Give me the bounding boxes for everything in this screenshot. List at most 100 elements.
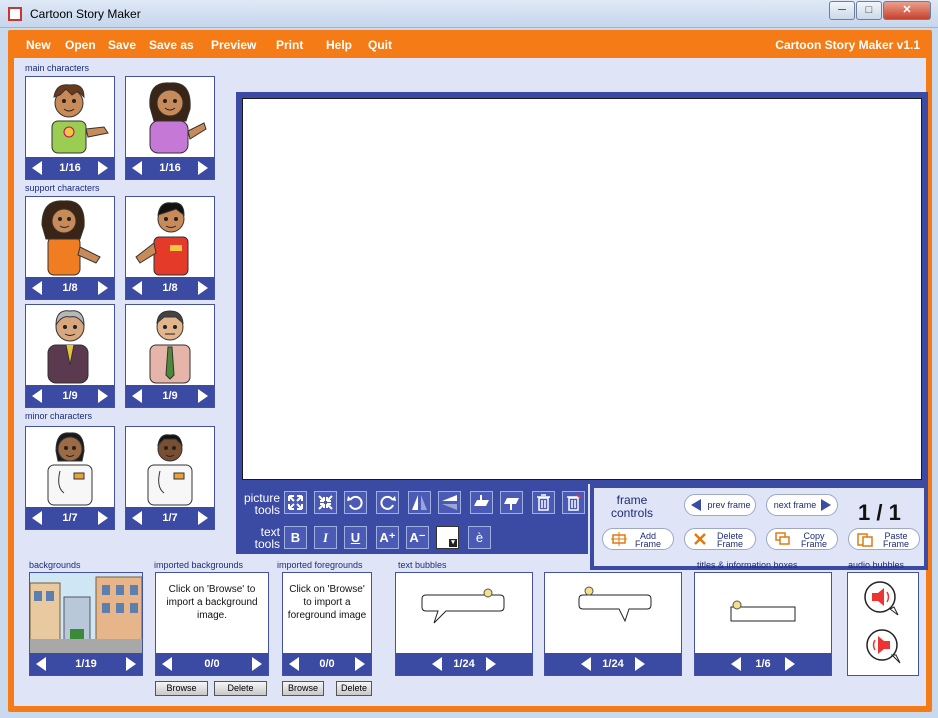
delete-picture-icon[interactable]: [532, 491, 555, 514]
audio-speaker-right-icon[interactable]: [862, 579, 902, 619]
character-woman-orange-picture[interactable]: [26, 197, 114, 277]
character-card[interactable]: 1/16: [25, 76, 115, 180]
backgrounds-nav: 1/19: [30, 653, 142, 675]
character-nav: 1/7: [26, 507, 114, 529]
backgrounds-card[interactable]: 1/19: [29, 572, 143, 676]
frame-controls-inner: frame controls prev frame next frame 1 /…: [594, 488, 924, 566]
decrease-font-button[interactable]: A⁻: [406, 526, 429, 549]
speech-bubble-picture[interactable]: [396, 573, 532, 653]
underline-button[interactable]: U: [344, 526, 367, 549]
menu-quit[interactable]: Quit: [368, 38, 392, 52]
text-bubble-card[interactable]: 1/24: [395, 572, 533, 676]
maximize-button[interactable]: □: [856, 1, 882, 20]
background-street-picture[interactable]: [29, 573, 143, 653]
paste-frame-button[interactable]: Paste Frame: [848, 528, 920, 550]
character-doctor-female-picture[interactable]: [26, 427, 114, 507]
rotate-right-icon[interactable]: [376, 491, 399, 514]
italic-button[interactable]: I: [314, 526, 337, 549]
character-boy-green-picture[interactable]: [26, 77, 114, 157]
next-arrow-icon[interactable]: [98, 161, 108, 175]
minimize-button[interactable]: ─: [829, 1, 855, 20]
next-arrow-icon[interactable]: [98, 389, 108, 403]
main-characters-label: main characters: [25, 63, 90, 73]
audio-bubbles-label: audio bubbles: [848, 560, 905, 570]
delete-backgrounds-button[interactable]: Delete: [214, 681, 267, 696]
speech-bubble-down-picture[interactable]: [545, 573, 681, 653]
next-arrow-icon[interactable]: [198, 161, 208, 175]
frame-controls-title: frame controls: [610, 493, 654, 520]
character-card[interactable]: 1/7: [125, 426, 215, 530]
next-frame-button[interactable]: next frame: [766, 494, 838, 516]
character-nav: 1/8: [126, 277, 214, 299]
character-nav: 1/7: [126, 507, 214, 529]
titles-nav: 1/6: [695, 653, 831, 675]
copy-frame-icon: [775, 532, 790, 545]
flip-vertical-icon[interactable]: [438, 491, 461, 514]
character-card[interactable]: 1/7: [25, 426, 115, 530]
menu-open[interactable]: Open: [65, 38, 96, 52]
next-arrow-icon[interactable]: [198, 281, 208, 295]
character-grandmother-picture[interactable]: [26, 305, 114, 385]
character-boy-red-picture[interactable]: [126, 197, 214, 277]
next-arrow-icon[interactable]: [126, 657, 136, 671]
rotate-left-icon[interactable]: [344, 491, 367, 514]
character-doctor-male-picture[interactable]: [126, 427, 214, 507]
next-arrow-icon[interactable]: [355, 657, 365, 671]
character-card[interactable]: 1/9: [125, 304, 215, 408]
shrink-icon[interactable]: [314, 491, 337, 514]
menu-save[interactable]: Save: [108, 38, 136, 52]
text-bubble-card-2[interactable]: 1/24: [544, 572, 682, 676]
character-card[interactable]: 1/16: [125, 76, 215, 180]
menu-save-as[interactable]: Save as: [149, 38, 194, 52]
next-arrow-icon[interactable]: [785, 657, 795, 671]
delete-foregrounds-button[interactable]: Delete: [336, 681, 372, 696]
titles-card[interactable]: 1/6: [694, 572, 832, 676]
text-bubble-count: 1/24: [453, 658, 475, 670]
add-frame-button[interactable]: Add Frame: [602, 528, 674, 550]
character-woman-purple-picture[interactable]: [126, 77, 214, 157]
delete-all-icon[interactable]: [562, 491, 585, 514]
imported-foregrounds-message: Click on 'Browse' to import a foreground…: [287, 584, 367, 621]
title-box-picture[interactable]: [695, 573, 831, 653]
special-char-button[interactable]: è: [468, 526, 491, 549]
delete-frame-button[interactable]: Delete Frame: [684, 528, 756, 550]
character-man-pink-picture[interactable]: [126, 305, 214, 385]
bold-button[interactable]: B: [284, 526, 307, 549]
text-color-button[interactable]: ▾: [436, 526, 459, 549]
app-icon: [8, 7, 22, 21]
menu-bar: New Open Save Save as Preview Print Help…: [8, 30, 932, 58]
menu-new[interactable]: New: [26, 38, 51, 52]
browse-foregrounds-button[interactable]: Browse: [282, 681, 324, 696]
next-arrow-icon[interactable]: [98, 281, 108, 295]
bring-forward-icon[interactable]: [470, 491, 493, 514]
next-arrow-icon[interactable]: [252, 657, 262, 671]
character-card[interactable]: 1/8: [25, 196, 115, 300]
character-card[interactable]: 1/9: [25, 304, 115, 408]
imported-backgrounds-card[interactable]: Click on 'Browse' to import a background…: [155, 572, 269, 676]
character-card[interactable]: 1/8: [125, 196, 215, 300]
imported-foregrounds-card[interactable]: Click on 'Browse' to import a foreground…: [282, 572, 372, 676]
menu-preview[interactable]: Preview: [211, 38, 256, 52]
enlarge-icon[interactable]: [284, 491, 307, 514]
next-arrow-icon[interactable]: [198, 511, 208, 525]
delete-frame-icon: [694, 533, 706, 545]
next-arrow-icon[interactable]: [98, 511, 108, 525]
prev-frame-button[interactable]: prev frame: [684, 494, 756, 516]
text-bubble-count-2: 1/24: [602, 658, 624, 670]
menu-print[interactable]: Print: [276, 38, 303, 52]
next-arrow-icon[interactable]: [635, 657, 645, 671]
send-backward-icon[interactable]: [500, 491, 523, 514]
flip-horizontal-icon[interactable]: [408, 491, 431, 514]
next-arrow-icon[interactable]: [198, 389, 208, 403]
audio-speaker-left-icon[interactable]: [862, 627, 902, 667]
copy-frame-button[interactable]: Copy Frame: [766, 528, 838, 550]
frame-controls-panel: frame controls prev frame next frame 1 /…: [590, 484, 928, 570]
story-canvas[interactable]: [242, 98, 922, 480]
browse-backgrounds-button[interactable]: Browse: [155, 681, 208, 696]
next-arrow-icon[interactable]: [486, 657, 496, 671]
menu-help[interactable]: Help: [326, 38, 352, 52]
text-tools-label: text tools: [254, 525, 280, 551]
window-titlebar: Cartoon Story Maker ─ □ ✕: [0, 0, 938, 28]
increase-font-button[interactable]: A⁺: [376, 526, 399, 549]
close-button[interactable]: ✕: [883, 1, 931, 20]
